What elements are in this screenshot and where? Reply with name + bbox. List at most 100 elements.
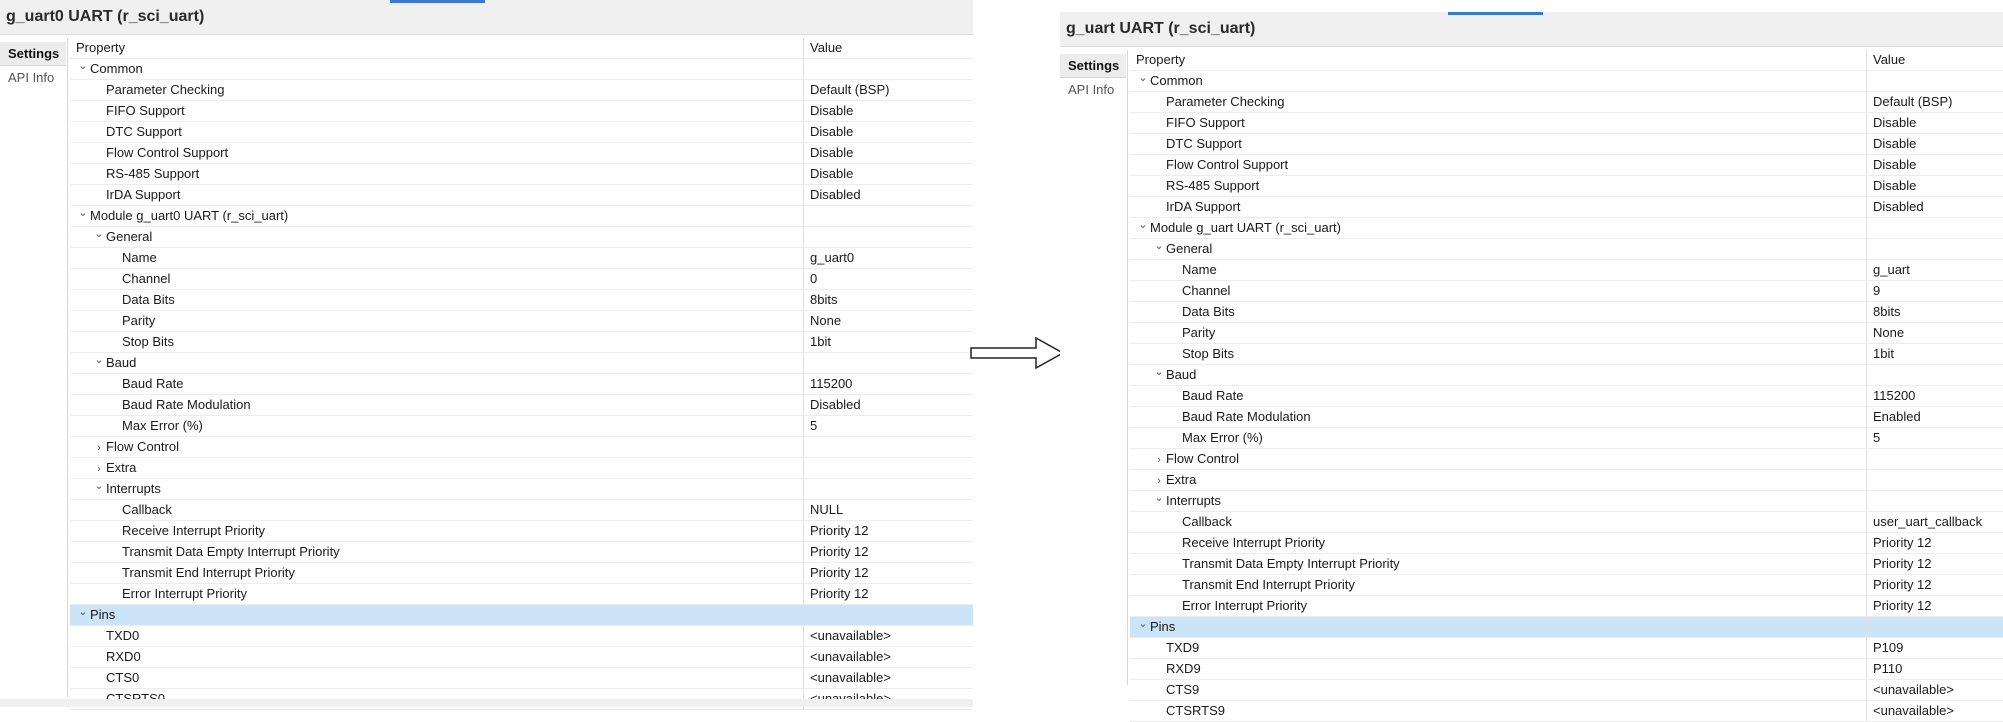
chevron-down-icon[interactable]: ⌄ <box>1136 617 1150 634</box>
property-row[interactable]: RS-485 Support Disable <box>1130 176 2003 197</box>
chevron-down-icon[interactable]: ⌄ <box>92 353 106 370</box>
property-value[interactable]: Default (BSP) <box>803 80 973 100</box>
tree-group-row[interactable]: ⌄ Module g_uart UART (r_sci_uart) <box>1130 218 2003 239</box>
property-value[interactable]: Disable <box>1866 176 2003 196</box>
property-value[interactable]: <unavailable> <box>803 668 973 688</box>
property-row[interactable]: Parameter Checking Default (BSP) <box>70 80 973 101</box>
property-value[interactable]: Priority 12 <box>1866 533 2003 553</box>
property-row[interactable]: Max Error (%) 5 <box>1130 428 2003 449</box>
property-row[interactable]: Transmit End Interrupt Priority Priority … <box>1130 575 2003 596</box>
property-row[interactable]: Parity None <box>70 311 973 332</box>
property-value[interactable]: 1bit <box>1866 344 2003 364</box>
property-value[interactable]: g_uart0 <box>803 248 973 268</box>
tree-group-row[interactable]: ⌄ Baud <box>1130 365 2003 386</box>
property-row[interactable]: FIFO Support Disable <box>70 101 973 122</box>
property-value[interactable]: 8bits <box>803 290 973 310</box>
property-row[interactable]: Receive Interrupt Priority Priority 12 <box>1130 533 2003 554</box>
chevron-down-icon[interactable]: ⌄ <box>76 59 90 76</box>
property-row[interactable]: TXD0 <unavailable> <box>70 626 973 647</box>
column-header-value[interactable]: Value <box>803 38 973 58</box>
tree-group-row[interactable]: ⌄ Pins <box>70 605 973 626</box>
property-row[interactable]: Transmit End Interrupt Priority Priority … <box>70 563 973 584</box>
property-value[interactable]: 0 <box>803 269 973 289</box>
property-value[interactable]: <unavailable> <box>803 647 973 667</box>
property-value[interactable]: NULL <box>803 500 973 520</box>
property-value[interactable]: Priority 12 <box>803 563 973 583</box>
property-row[interactable]: Channel 9 <box>1130 281 2003 302</box>
property-row[interactable]: IrDA Support Disabled <box>70 185 973 206</box>
property-value[interactable]: g_uart <box>1866 260 2003 280</box>
property-row[interactable]: Receive Interrupt Priority Priority 12 <box>70 521 973 542</box>
chevron-down-icon[interactable]: ⌄ <box>92 479 106 496</box>
chevron-right-icon[interactable]: › <box>92 459 106 478</box>
property-row[interactable]: Flow Control Support Disable <box>70 143 973 164</box>
tree-group-row[interactable]: ⌄ Baud <box>70 353 973 374</box>
property-row[interactable]: Callback NULL <box>70 500 973 521</box>
property-row[interactable]: Max Error (%) 5 <box>70 416 973 437</box>
chevron-down-icon[interactable]: ⌄ <box>1136 71 1150 88</box>
property-row[interactable]: FIFO Support Disable <box>1130 113 2003 134</box>
property-value[interactable]: 9 <box>1866 281 2003 301</box>
chevron-right-icon[interactable]: › <box>92 438 106 457</box>
property-row[interactable]: Baud Rate Modulation Enabled <box>1130 407 2003 428</box>
tree-group-row[interactable]: ⌄ Interrupts <box>70 479 973 500</box>
property-row[interactable]: Channel 0 <box>70 269 973 290</box>
tree-group-row[interactable]: ⌄ General <box>70 227 973 248</box>
tree-group-row[interactable]: ⌄ General <box>1130 239 2003 260</box>
property-value[interactable]: user_uart_callback <box>1866 512 2003 532</box>
property-value[interactable]: <unavailable> <box>803 626 973 646</box>
tree-group-row[interactable]: ⌄ Common <box>1130 71 2003 92</box>
property-row[interactable]: IrDA Support Disabled <box>1130 197 2003 218</box>
property-row[interactable]: CTS9 <unavailable> <box>1130 680 2003 701</box>
property-row[interactable]: Name g_uart0 <box>70 248 973 269</box>
property-row[interactable]: DTC Support Disable <box>70 122 973 143</box>
chevron-right-icon[interactable]: › <box>1152 471 1166 490</box>
chevron-right-icon[interactable]: › <box>1152 450 1166 469</box>
property-row[interactable]: RS-485 Support Disable <box>70 164 973 185</box>
tree-group-row[interactable]: ⌄ Interrupts <box>1130 491 2003 512</box>
property-row[interactable]: Transmit Data Empty Interrupt Priority Pr… <box>70 542 973 563</box>
property-value[interactable]: 5 <box>1866 428 2003 448</box>
property-value[interactable]: Priority 12 <box>803 584 973 604</box>
chevron-down-icon[interactable]: ⌄ <box>1152 365 1166 382</box>
chevron-down-icon[interactable]: ⌄ <box>92 227 106 244</box>
property-row[interactable]: TXD9 P109 <box>1130 638 2003 659</box>
property-row[interactable]: Baud Rate 115200 <box>70 374 973 395</box>
column-header-value[interactable]: Value <box>1866 50 2003 70</box>
tree-group-row[interactable]: › Flow Control <box>1130 449 2003 470</box>
property-row[interactable]: RXD0 <unavailable> <box>70 647 973 668</box>
property-row[interactable]: DTC Support Disable <box>1130 134 2003 155</box>
property-value[interactable]: Priority 12 <box>803 521 973 541</box>
tree-group-row[interactable]: › Extra <box>70 458 973 479</box>
property-row[interactable]: CTSRTS9 <unavailable> <box>1130 701 2003 722</box>
property-row[interactable]: Callback user_uart_callback <box>1130 512 2003 533</box>
property-value[interactable]: Disable <box>1866 155 2003 175</box>
property-value[interactable]: P110 <box>1866 659 2003 679</box>
property-value[interactable]: 8bits <box>1866 302 2003 322</box>
property-row[interactable]: Name g_uart <box>1130 260 2003 281</box>
property-value[interactable]: Enabled <box>1866 407 2003 427</box>
chevron-down-icon[interactable]: ⌄ <box>1152 239 1166 256</box>
column-header-property[interactable]: Property <box>1130 50 1872 70</box>
property-value[interactable]: 1bit <box>803 332 973 352</box>
property-value[interactable]: Priority 12 <box>1866 596 2003 616</box>
tab-api-info[interactable]: API Info <box>0 66 66 90</box>
property-value[interactable]: Priority 12 <box>803 542 973 562</box>
chevron-down-icon[interactable]: ⌄ <box>76 605 90 622</box>
property-row[interactable]: Baud Rate Modulation Disabled <box>70 395 973 416</box>
tab-api-info[interactable]: API Info <box>1060 78 1126 102</box>
tree-group-row[interactable]: ⌄ Pins <box>1130 617 2003 638</box>
tree-group-row[interactable]: ⌄ Common <box>70 59 973 80</box>
property-value[interactable]: Default (BSP) <box>1866 92 2003 112</box>
property-value[interactable]: Disabled <box>803 185 973 205</box>
chevron-down-icon[interactable]: ⌄ <box>1152 491 1166 508</box>
property-row[interactable]: Baud Rate 115200 <box>1130 386 2003 407</box>
property-row[interactable]: Data Bits 8bits <box>1130 302 2003 323</box>
property-value[interactable]: Disable <box>1866 113 2003 133</box>
property-row[interactable]: CTS0 <unavailable> <box>70 668 973 689</box>
chevron-down-icon[interactable]: ⌄ <box>76 206 90 223</box>
property-value[interactable]: Disable <box>1866 134 2003 154</box>
property-row[interactable]: Transmit Data Empty Interrupt Priority Pr… <box>1130 554 2003 575</box>
property-value[interactable]: None <box>803 311 973 331</box>
chevron-down-icon[interactable]: ⌄ <box>1136 218 1150 235</box>
